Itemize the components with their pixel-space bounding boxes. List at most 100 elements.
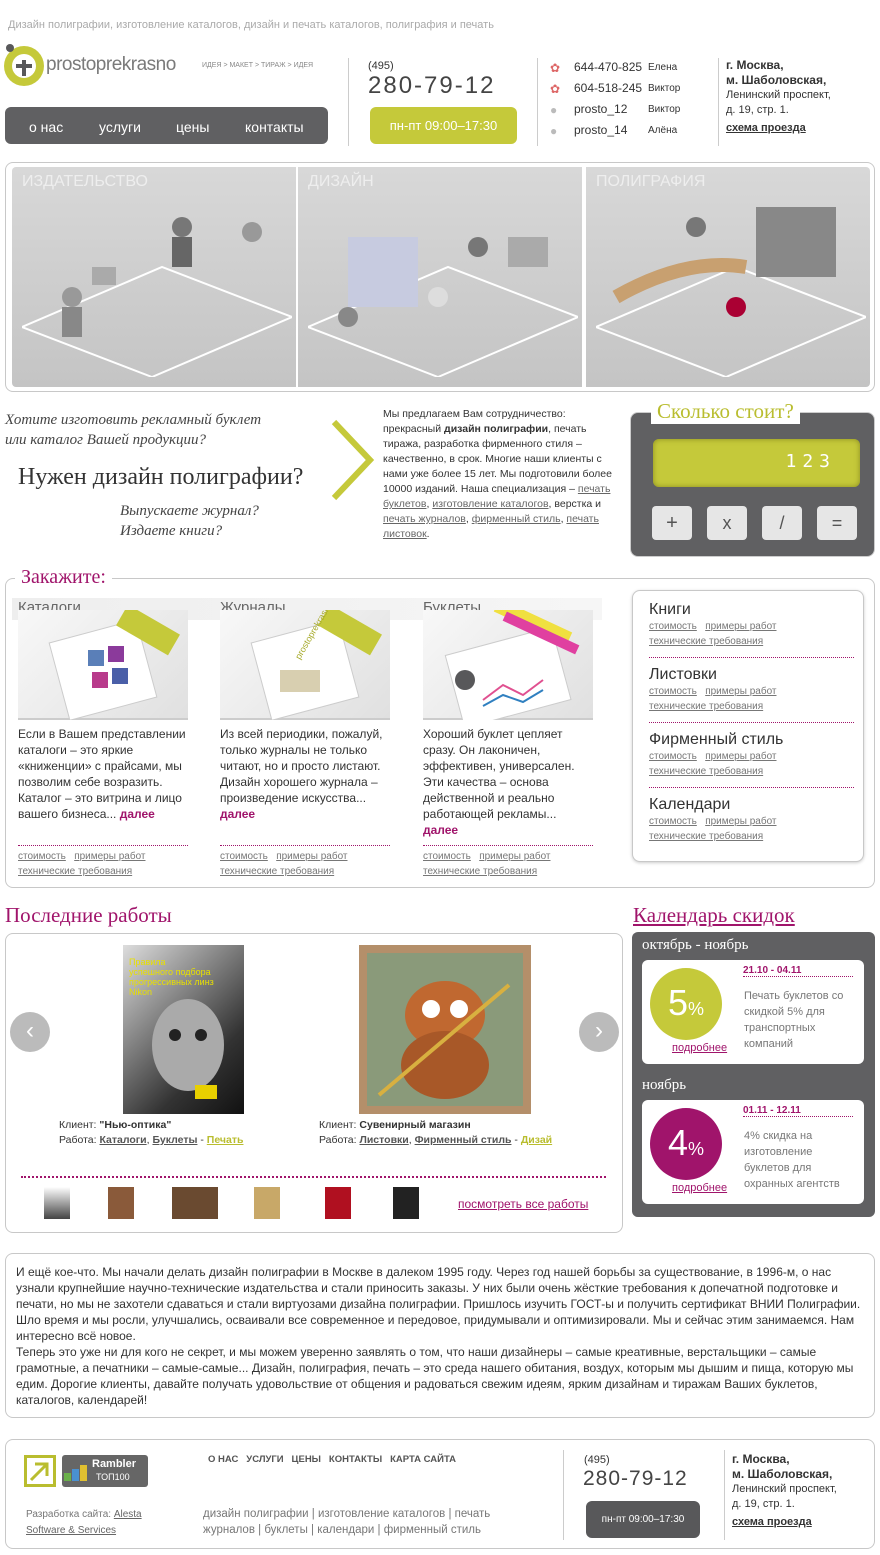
price-link[interactable]: стоимость <box>649 751 697 762</box>
plus-button[interactable]: + <box>652 506 692 540</box>
banner-panel-publishing[interactable]: ИЗДАТЕЛЬСТВО <box>12 167 296 387</box>
multiply-button[interactable]: x <box>707 506 747 540</box>
price-link[interactable]: стоимость <box>649 816 697 827</box>
examples-link[interactable]: примеры работ <box>479 851 550 862</box>
divide-button[interactable]: / <box>762 506 802 540</box>
examples-link[interactable]: примеры работ <box>74 851 145 862</box>
footer-nav-services[interactable]: УСЛУГИ <box>246 1454 283 1465</box>
logo-mark-icon <box>4 44 44 86</box>
banner-label: ДИЗАЙН <box>308 173 374 190</box>
logo[interactable]: prostoprekrasno ИДЕЯ > МАКЕТ > ТИРАЖ > И… <box>2 42 313 88</box>
percent-sign: % <box>688 1139 705 1159</box>
footer-nav-about[interactable]: О НАС <box>208 1454 238 1465</box>
requirements-link[interactable]: технические требования <box>18 866 132 877</box>
nav-contacts[interactable]: контакты <box>245 119 304 135</box>
intro-link[interactable]: фирменный стиль <box>472 513 561 525</box>
work-tag-link[interactable]: Фирменный стиль <box>415 1134 512 1146</box>
nav-about[interactable]: о нас <box>29 119 63 135</box>
more-link[interactable]: далее <box>120 807 155 821</box>
product-title[interactable]: Календари <box>649 796 854 814</box>
footer-nav-sitemap[interactable]: КАРТА САЙТА <box>390 1454 456 1465</box>
chevron-right-icon[interactable]: › <box>579 1012 619 1052</box>
work-thumbnail[interactable] <box>108 1187 134 1219</box>
developer-link[interactable]: Software & Services <box>26 1525 116 1536</box>
examples-link[interactable]: примеры работ <box>705 686 776 697</box>
requirements-link[interactable]: технические требования <box>423 866 537 877</box>
catalog-image[interactable] <box>18 604 188 721</box>
work-tag-link[interactable]: Дизай <box>521 1134 552 1146</box>
more-link[interactable]: далее <box>220 807 255 821</box>
booklet-image[interactable] <box>423 598 593 729</box>
work-tag-link[interactable]: Каталоги <box>99 1134 146 1146</box>
work-thumbnail[interactable] <box>44 1187 70 1219</box>
footer-link[interactable]: фирменный стиль <box>384 1524 481 1536</box>
requirements-link[interactable]: технические требования <box>649 766 763 777</box>
product-title[interactable]: Книги <box>649 601 854 619</box>
footer-phone-number[interactable]: 280-79-12 <box>583 1467 688 1491</box>
requirements-link[interactable]: технические требования <box>649 701 763 712</box>
rambler-counter[interactable]: Rambler ТОП100 <box>62 1455 148 1487</box>
about-text-block: И ещё кое-что. Мы начали делать дизайн п… <box>5 1253 875 1418</box>
requirements-link[interactable]: технические требования <box>649 831 763 842</box>
examples-link[interactable]: примеры работ <box>705 816 776 827</box>
work-thumbnail[interactable] <box>325 1187 351 1219</box>
contact-row[interactable]: ● prosto_14 Алёна <box>550 123 710 144</box>
discount-card[interactable]: 5% 21.10 - 04.11 Печать буклетов со скид… <box>642 960 864 1064</box>
footer-nav-prices[interactable]: ЦЕНЫ <box>292 1454 321 1465</box>
discount-more-link[interactable]: подробнее <box>672 1042 727 1054</box>
equals-button[interactable]: = <box>817 506 857 540</box>
intro-link[interactable]: изготовление каталогов <box>432 498 548 510</box>
developer-link[interactable]: Alesta <box>114 1509 142 1520</box>
contact-row[interactable]: ✿ 604-518-245 Виктор <box>550 81 710 102</box>
phone-number[interactable]: 280-79-12 <box>368 72 495 100</box>
magazine-image[interactable]: prostoprekrasno <box>220 600 390 721</box>
contact-row[interactable]: ✿ 644-470-825 Елена <box>550 60 710 81</box>
work-thumbnail[interactable] <box>393 1187 419 1219</box>
examples-link[interactable]: примеры работ <box>705 751 776 762</box>
work-tag-link[interactable]: Буклеты <box>152 1134 197 1146</box>
price-calculator[interactable]: Сколько стоит? 123 + x / = <box>630 399 875 557</box>
discount-more-link[interactable]: подробнее <box>672 1182 727 1194</box>
examples-link[interactable]: примеры работ <box>276 851 347 862</box>
footer-link[interactable]: буклеты <box>264 1524 308 1536</box>
nav-services[interactable]: услуги <box>99 119 141 135</box>
work-image-cat[interactable] <box>359 945 531 1114</box>
requirements-link[interactable]: технические требования <box>220 866 334 877</box>
product-title[interactable]: Листовки <box>649 666 854 684</box>
discount-card[interactable]: 4% 01.11 - 12.11 4% скидка на изготовлен… <box>642 1100 864 1204</box>
price-link[interactable]: стоимость <box>18 851 66 862</box>
footer-link[interactable]: журналов <box>203 1524 255 1536</box>
discount-dates: 21.10 - 04.11 <box>743 965 853 977</box>
work-tag-link[interactable]: Печать <box>207 1134 244 1146</box>
map-link[interactable]: схема проезда <box>726 121 831 136</box>
footer-link[interactable]: изготовление каталогов <box>318 1508 445 1520</box>
arrow-logo-icon[interactable] <box>24 1455 56 1487</box>
price-link[interactable]: стоимость <box>423 851 471 862</box>
more-link[interactable]: далее <box>423 823 458 837</box>
price-link[interactable]: стоимость <box>220 851 268 862</box>
chevron-left-icon[interactable]: ‹ <box>10 1012 50 1052</box>
contact-row[interactable]: ● prosto_12 Виктор <box>550 102 710 123</box>
examples-link[interactable]: примеры работ <box>705 621 776 632</box>
work-thumbnail[interactable] <box>254 1187 280 1219</box>
footer-nav-contacts[interactable]: КОНТАКТЫ <box>329 1454 382 1465</box>
footer-link[interactable]: календари <box>317 1524 374 1536</box>
banner-panel-design[interactable]: ДИЗАЙН <box>298 167 582 387</box>
nav-prices[interactable]: цены <box>176 119 209 135</box>
price-link[interactable]: стоимость <box>649 621 697 632</box>
banner-panel-printing[interactable]: ПОЛИГРАФИЯ <box>586 167 870 387</box>
map-link[interactable]: схема проезда <box>732 1515 837 1530</box>
discount-dates: 01.11 - 12.11 <box>743 1105 853 1117</box>
work-tag-link[interactable]: Листовки <box>359 1134 408 1146</box>
intro-link[interactable]: печать журналов <box>383 513 466 525</box>
work-image-nikon[interactable]: Правила успешного подбора прогрессивных ли… <box>123 945 244 1114</box>
product-title[interactable]: Фирменный стиль <box>649 731 854 749</box>
discount-calendar-title[interactable]: Календарь скидок <box>633 903 795 928</box>
price-link[interactable]: стоимость <box>649 686 697 697</box>
work-thumbnail[interactable] <box>172 1187 218 1219</box>
footer-link[interactable]: дизайн полиграфии <box>203 1508 309 1520</box>
footer-link[interactable]: печать <box>455 1508 491 1520</box>
requirements-link[interactable]: технические требования <box>649 636 763 647</box>
discount-percent: 5 <box>667 982 688 1023</box>
all-works-link[interactable]: посмотреть все работы <box>458 1197 588 1211</box>
